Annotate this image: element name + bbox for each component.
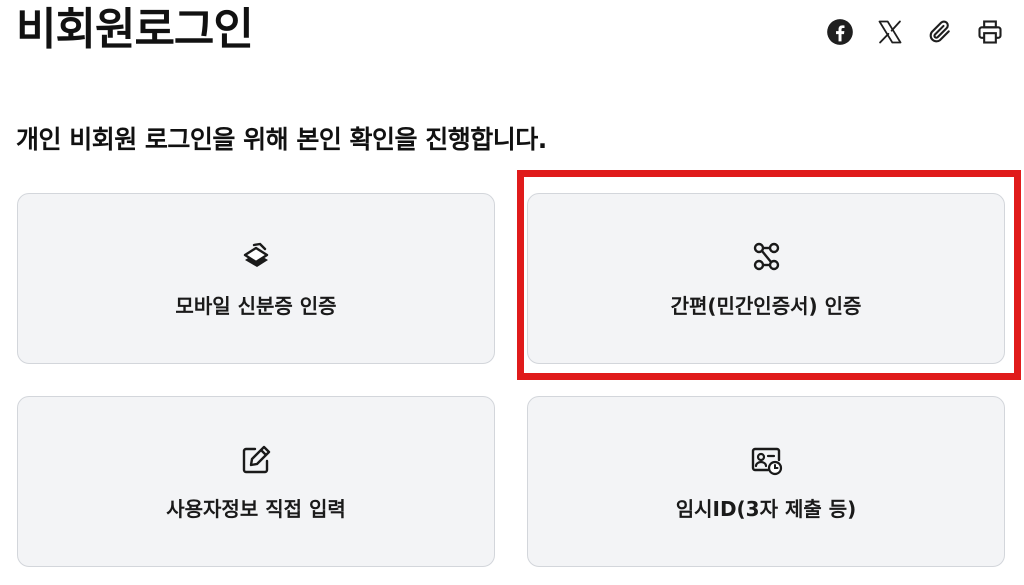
- simple-auth-nodes-icon: [747, 238, 785, 276]
- temporary-id-button[interactable]: 임시ID(3자 제출 등): [527, 396, 1005, 567]
- share-toolbar: [822, 14, 1008, 50]
- print-button[interactable]: [972, 14, 1008, 50]
- mobile-id-auth-button[interactable]: 모바일 신분증 인증: [17, 193, 495, 364]
- simple-auth-label: 간편(민간인증서) 인증: [670, 294, 862, 318]
- copy-link-button[interactable]: [922, 14, 958, 50]
- mobile-id-auth-label: 모바일 신분증 인증: [175, 294, 337, 318]
- temporary-id-label: 임시ID(3자 제출 등): [675, 497, 857, 521]
- manual-entry-label: 사용자정보 직접 입력: [166, 497, 346, 521]
- page-title: 비회원로그인: [16, 4, 254, 55]
- facebook-share-button[interactable]: [822, 14, 858, 50]
- printer-icon: [978, 20, 1002, 44]
- x-twitter-icon: [878, 20, 902, 44]
- facebook-icon: [827, 19, 853, 45]
- x-share-button[interactable]: [872, 14, 908, 50]
- simple-auth-button[interactable]: 간편(민간인증서) 인증: [527, 193, 1005, 364]
- edit-pencil-icon: [237, 441, 275, 479]
- page-subtitle: 개인 비회원 로그인을 위해 본인 확인을 진행합니다.: [16, 125, 547, 154]
- temporary-id-card-icon: [747, 441, 785, 479]
- paperclip-icon: [929, 20, 950, 43]
- manual-entry-button[interactable]: 사용자정보 직접 입력: [17, 396, 495, 567]
- mobile-id-layers-icon: [237, 238, 275, 276]
